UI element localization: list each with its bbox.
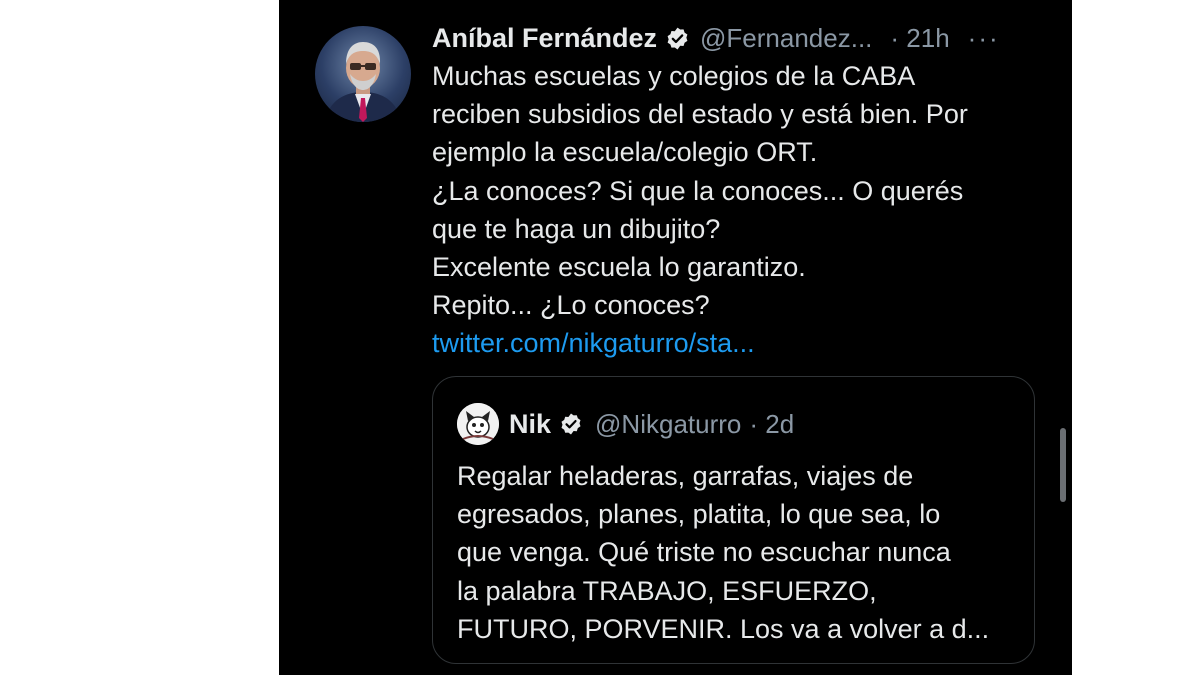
- quoted-author-avatar-image: [457, 403, 499, 445]
- tweet-line: reciben subsidios del estado y está bien…: [432, 99, 968, 130]
- quoted-tweet-header: Nik @Nikgaturro · 2d: [457, 403, 794, 445]
- tweet-line: Repito... ¿Lo conoces?: [432, 290, 710, 321]
- quoted-tweet-line: Regalar heladeras, garrafas, viajes de: [457, 461, 914, 491]
- tweet-panel: Aníbal Fernández @Fernandez... · 21h ···…: [279, 0, 1072, 675]
- author-avatar[interactable]: [315, 26, 411, 122]
- quoted-tweet-timestamp[interactable]: · 2d: [749, 409, 794, 440]
- author-handle[interactable]: @Fernandez...: [700, 23, 872, 54]
- quoted-author-avatar: [457, 403, 499, 445]
- scrollbar-thumb[interactable]: [1060, 428, 1066, 502]
- quoted-author-handle[interactable]: @Nikgaturro: [595, 409, 741, 440]
- tweet-line: ejemplo la escuela/colegio ORT.: [432, 137, 818, 168]
- tweet-line: Muchas escuelas y colegios de la CABA: [432, 61, 916, 91]
- quoted-tweet-line: que venga. Qué triste no escuchar nunca: [457, 537, 951, 568]
- tweet-line: ¿La conoces? Si que la conoces... O quer…: [432, 175, 964, 206]
- tweet-line: Excelente escuela lo garantizo.: [432, 252, 806, 283]
- tweet-link[interactable]: twitter.com/nikgaturro/sta...: [432, 324, 1052, 362]
- verified-badge-icon: [561, 413, 581, 435]
- quoted-tweet-line: la palabra TRABAJO, ESFUERZO,: [457, 575, 877, 606]
- tweet-text: Muchas escuelas y colegios de la CABA re…: [432, 57, 1052, 363]
- verified-badge-icon: [667, 27, 688, 49]
- quoted-tweet-line: egresados, planes, platita, lo que sea, …: [457, 499, 941, 530]
- quoted-tweet-card[interactable]: Nik @Nikgaturro · 2d Regalar heladeras, …: [432, 376, 1035, 664]
- tweet-header: Aníbal Fernández @Fernandez... · 21h ···: [432, 21, 1052, 55]
- quoted-tweet-line: FUTURO, PORVENIR. Los va a volver a d...: [457, 613, 990, 644]
- author-name[interactable]: Aníbal Fernández: [432, 23, 657, 54]
- tweet-timestamp[interactable]: · 21h: [890, 23, 949, 54]
- quoted-author-name[interactable]: Nik: [509, 409, 551, 440]
- quoted-tweet-text: Regalar heladeras, garrafas, viajes de e…: [457, 457, 1017, 648]
- tweet-line: que te haga un dibujito?: [432, 213, 721, 244]
- more-icon[interactable]: ···: [968, 23, 1000, 54]
- author-avatar-image: [325, 42, 401, 122]
